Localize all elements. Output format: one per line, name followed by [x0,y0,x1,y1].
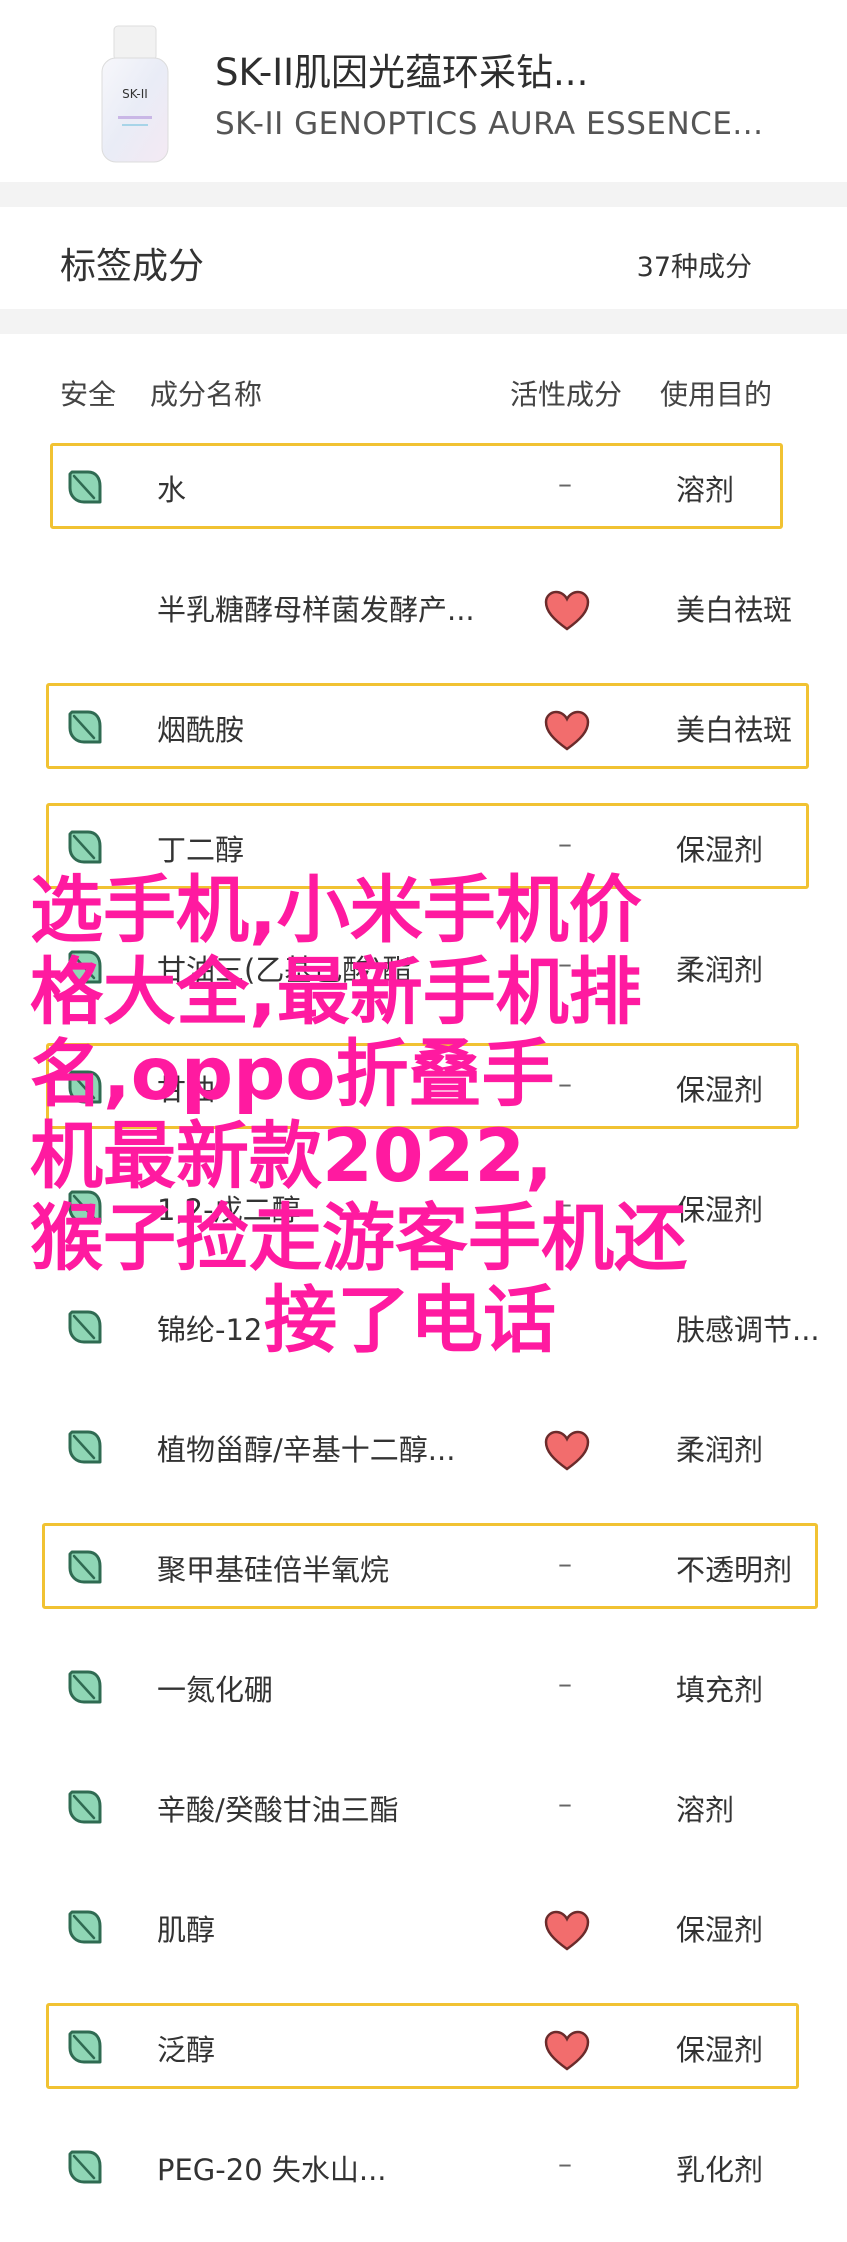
column-header-active: 活性成分 [510,378,623,411]
ingredient-purpose: 乳化剂 [676,2153,764,2187]
ingredient-purpose: 保湿剂 [676,2033,764,2067]
safety-leaf-icon [66,1548,104,1586]
divider [0,309,847,334]
ingredient-purpose: 溶剂 [676,473,735,507]
safety-leaf-icon [66,708,104,746]
product-thumbnail: SK-II [101,25,169,163]
ingredient-name: 泛醇 [157,2033,216,2067]
ingredient-row[interactable]: 烟酰胺 美白祛斑 [0,683,847,793]
ingredient-purpose: 柔润剂 [676,1433,764,1467]
active-dash: – [558,1667,572,1700]
divider [0,182,847,207]
heart-icon [543,589,591,633]
ingredient-purpose: 溶剂 [676,1793,735,1827]
overlay-line: 接了电话 [264,1278,556,1363]
ingredient-row[interactable]: 辛酸/癸酸甘油三酯 – 溶剂 [0,1763,847,1873]
ingredient-row[interactable]: 植物甾醇/辛基十二醇... 柔润剂 [0,1403,847,1513]
ingredient-row[interactable]: 聚甲基硅倍半氧烷 – 不透明剂 [0,1523,847,1633]
safety-leaf-icon [66,828,104,866]
safety-leaf-icon [66,2028,104,2066]
active-dash: – [558,827,572,860]
active-dash: – [558,2147,572,2180]
ingredient-row[interactable]: PEG-20 失水山... – 乳化剂 [0,2123,847,2233]
heart-icon [543,1429,591,1473]
overlay-line: 格大全,最新手机排 [30,950,642,1035]
heart-icon [543,2029,591,2073]
bottle-label: SK-II [122,87,148,101]
overlay-line: 机最新款2022, [30,1114,553,1199]
safety-leaf-icon [66,468,104,506]
overlay-line: 选手机,小米手机价 [30,868,642,953]
product-name-en: SK-II GENOPTICS AURA ESSENCE... [215,106,764,142]
overlay-line: 名,oppo折叠手 [30,1032,555,1117]
column-header-safety: 安全 [60,378,117,411]
product-header[interactable]: SK-II SK-II肌因光蕴环采钻... SK-II GENOPTICS AU… [0,0,847,182]
ingredient-name: 辛酸/癸酸甘油三酯 [157,1793,399,1827]
ingredient-purpose: 美白祛斑 [676,713,793,747]
heart-icon [543,1909,591,1953]
safety-leaf-icon [66,1788,104,1826]
ingredient-name: 植物甾醇/辛基十二醇... [157,1433,456,1467]
ingredient-purpose: 保湿剂 [676,833,764,867]
ingredient-row[interactable]: 泛醇 保湿剂 [0,2003,847,2113]
column-header-name: 成分名称 [150,378,263,411]
ingredient-count: 37种成分 [636,252,752,283]
section-title: 标签成分 [60,246,205,287]
heart-icon [543,709,591,753]
safety-leaf-icon [66,1908,104,1946]
safety-leaf-icon [66,1668,104,1706]
ingredient-name: 一氮化硼 [157,1673,274,1707]
ingredient-row[interactable]: 水 – 溶剂 [0,443,847,553]
active-dash: – [558,467,572,500]
active-dash: – [558,1787,572,1820]
ingredient-purpose: 保湿剂 [676,1913,764,1947]
ingredient-name: PEG-20 失水山... [157,2153,387,2187]
ingredient-name: 半乳糖酵母样菌发酵产... [157,593,475,627]
ingredient-row[interactable]: 半乳糖酵母样菌发酵产... 美白祛斑 [0,563,847,673]
ingredient-name: 水 [157,473,187,507]
ingredient-name: 烟酰胺 [157,713,245,747]
ingredient-purpose: 填充剂 [676,1673,764,1707]
ingredient-name: 聚甲基硅倍半氧烷 [157,1553,390,1587]
safety-leaf-icon [66,1428,104,1466]
active-dash: – [558,1547,572,1580]
safety-leaf-icon [66,2148,104,2186]
ingredient-row[interactable]: 一氮化硼 – 填充剂 [0,1643,847,1753]
ingredient-purpose: 美白祛斑 [676,593,793,627]
ingredient-row[interactable]: 肌醇 保湿剂 [0,1883,847,1993]
product-name-cn: SK-II肌因光蕴环采钻... [215,51,589,94]
overlay-headline: 选手机,小米手机价 格大全,最新手机排 名,oppo折叠手 机最新款2022, … [30,870,830,1362]
section-header: 标签成分 37种成分 [0,207,847,309]
overlay-line: 猴子捡走游客手机还 [30,1196,687,1281]
ingredient-name: 肌醇 [157,1913,216,1947]
column-header-purpose: 使用目的 [660,378,773,411]
ingredient-name: 丁二醇 [157,833,245,867]
ingredient-purpose: 不透明剂 [676,1553,793,1587]
